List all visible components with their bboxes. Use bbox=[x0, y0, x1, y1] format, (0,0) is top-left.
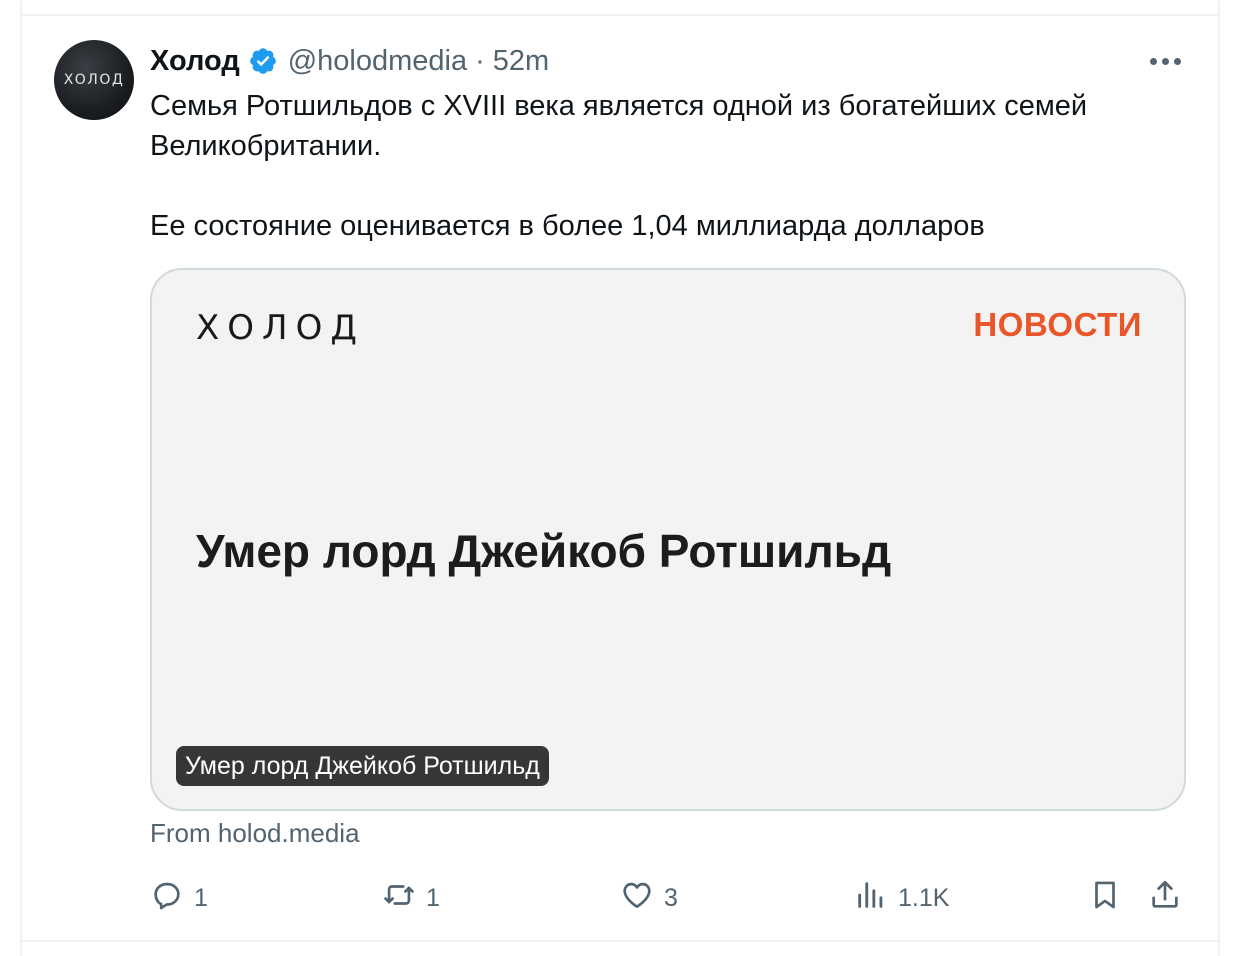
share-button[interactable] bbox=[1148, 874, 1182, 922]
repost-count: 1 bbox=[426, 883, 440, 912]
reply-button[interactable]: 1 bbox=[150, 874, 208, 922]
card-source-link[interactable]: From holod.media bbox=[150, 818, 360, 849]
repost-button[interactable]: 1 bbox=[382, 874, 440, 922]
author-display-name[interactable]: Холод bbox=[150, 45, 240, 78]
tweet-timestamp[interactable]: 52m bbox=[493, 45, 549, 78]
bookmark-button[interactable] bbox=[1088, 874, 1122, 922]
reply-icon bbox=[150, 878, 184, 919]
avatar[interactable]: ХОЛОД bbox=[54, 40, 134, 120]
divider-bottom bbox=[20, 940, 1220, 942]
avatar-logo-text: ХОЛОД bbox=[63, 72, 125, 88]
card-brand-logo: ХОЛОД bbox=[196, 308, 365, 348]
more-icon[interactable] bbox=[1150, 56, 1186, 66]
reply-count: 1 bbox=[194, 883, 208, 912]
like-button[interactable]: 3 bbox=[620, 874, 678, 922]
repost-icon bbox=[382, 878, 416, 919]
verified-badge-icon[interactable] bbox=[248, 46, 278, 76]
tweet-text: Семья Ротшильдов с XVIII века является о… bbox=[150, 86, 1190, 246]
divider-top bbox=[20, 14, 1220, 16]
tweet-header: Холод @holodmedia · 52m bbox=[150, 42, 549, 80]
tweet-paragraph: Семья Ротшильдов с XVIII века является о… bbox=[150, 90, 1088, 162]
separator-dot: · bbox=[475, 44, 485, 77]
card-headline: Умер лорд Джейкоб Ротшильд bbox=[196, 525, 892, 577]
link-preview-card[interactable]: ХОЛОД НОВОСТИ Умер лорд Джейкоб Ротшильд… bbox=[150, 268, 1186, 811]
tweet-action-bar: 1 1 3 1.1K bbox=[150, 874, 1190, 922]
card-title-overlay: Умер лорд Джейкоб Ротшильд bbox=[176, 746, 549, 786]
views-icon bbox=[854, 878, 888, 919]
views-button[interactable]: 1.1K bbox=[854, 874, 949, 922]
card-category-label: НОВОСТИ bbox=[973, 306, 1142, 343]
like-count: 3 bbox=[664, 883, 678, 912]
views-count: 1.1K bbox=[898, 883, 950, 912]
share-icon bbox=[1148, 878, 1182, 919]
like-icon bbox=[620, 878, 654, 919]
author-handle[interactable]: @holodmedia bbox=[288, 45, 467, 78]
tweet-paragraph: Ее состояние оценивается в более 1,04 ми… bbox=[150, 210, 985, 242]
bookmark-icon bbox=[1088, 878, 1122, 919]
